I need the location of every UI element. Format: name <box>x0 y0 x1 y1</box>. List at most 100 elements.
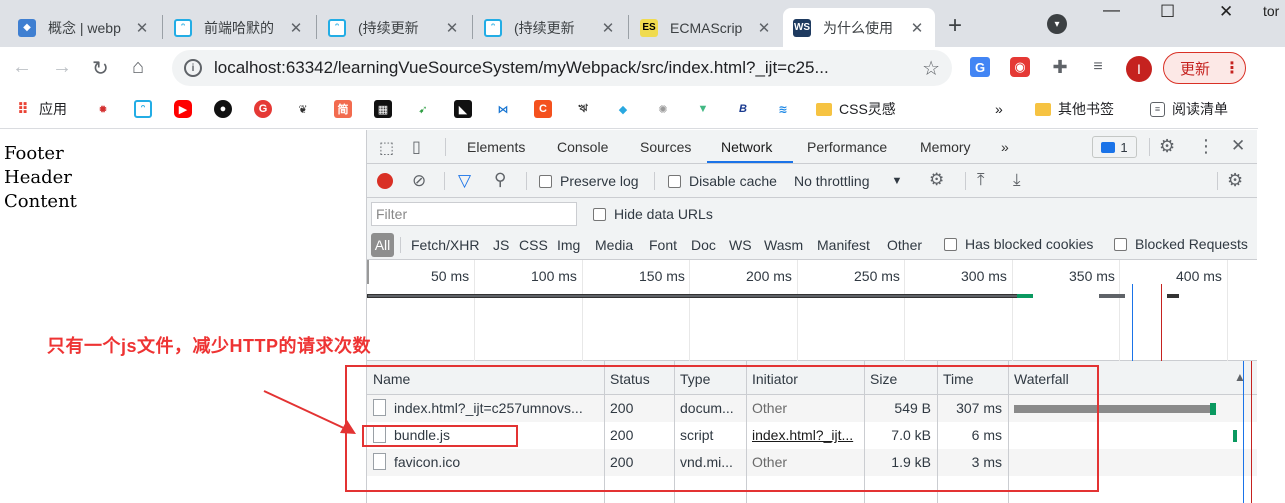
filter-type-js[interactable]: JS <box>493 237 509 253</box>
filter-funnel-icon[interactable]: ▽ <box>458 171 471 191</box>
close-icon[interactable]: ✕ <box>600 19 616 37</box>
blocked-requests-checkbox[interactable]: Blocked Requests <box>1114 236 1248 252</box>
device-toolbar-icon[interactable]: ▯ <box>412 137 421 157</box>
table-row[interactable]: bundle.js 200 script index.html?_ijt... … <box>367 422 1257 449</box>
media-icon[interactable]: ≡ <box>1088 57 1108 77</box>
maximize-icon[interactable]: ☐ <box>1160 2 1175 22</box>
bookmark-item[interactable]: ≋ <box>774 99 792 119</box>
bookmark-item[interactable]: ঋ <box>574 99 592 119</box>
tab-elements[interactable]: Elements <box>467 139 525 155</box>
forward-icon[interactable]: → <box>52 56 72 79</box>
filter-type-doc[interactable]: Doc <box>691 237 716 253</box>
bookmark-item[interactable]: B <box>734 99 752 119</box>
browser-tab-active[interactable]: WS 为什么使用 ✕ <box>783 8 935 47</box>
column-header-status[interactable]: Status <box>604 361 674 395</box>
column-header-type[interactable]: Type <box>674 361 746 395</box>
bookmark-item[interactable]: G <box>254 99 272 119</box>
inspect-icon[interactable]: ⬚ <box>379 138 394 158</box>
bookmark-item[interactable]: ▶ <box>174 99 192 119</box>
filter-type-ws[interactable]: WS <box>729 237 752 253</box>
column-header-time[interactable]: Time <box>937 361 1008 395</box>
request-name[interactable]: bundle.js <box>367 422 604 449</box>
network-settings-icon[interactable]: ⚙ <box>1227 170 1243 191</box>
tab-memory[interactable]: Memory <box>920 139 971 155</box>
reading-list[interactable]: ≡ 阅读清单 <box>1150 99 1228 119</box>
column-header-size[interactable]: Size <box>864 361 937 395</box>
bookmark-item[interactable]: ◣ <box>454 99 472 119</box>
bookmark-item[interactable]: ◆ <box>614 99 632 119</box>
bookmark-folder[interactable]: CSS灵感 <box>816 99 896 119</box>
table-row[interactable]: index.html?_ijt=c257umnovs... 200 docum.… <box>367 395 1257 422</box>
tab-search-icon[interactable]: ▾ <box>1047 14 1067 34</box>
bookmark-apps[interactable]: ⠿ 应用 <box>14 99 67 119</box>
close-devtools-icon[interactable]: ✕ <box>1231 136 1245 156</box>
bookmark-item[interactable]: ▼ <box>694 99 712 119</box>
close-icon[interactable]: ✕ <box>444 19 460 37</box>
bookmark-item[interactable]: ▦ <box>374 99 392 119</box>
bookmark-item[interactable]: ✹ <box>94 99 112 119</box>
throttling-select[interactable]: No throttling ▼ <box>794 173 902 189</box>
bookmark-item[interactable]: ● <box>214 99 232 119</box>
filter-type-font[interactable]: Font <box>649 237 677 253</box>
home-icon[interactable]: ⌂ <box>132 56 144 79</box>
export-har-icon[interactable]: ⤓ <box>1013 170 1021 190</box>
browser-tab[interactable]: ᵔ (持续更新 ✕ <box>474 8 626 47</box>
address-bar[interactable]: i localhost:63342/learningVueSourceSyste… <box>172 50 952 86</box>
filter-type-other[interactable]: Other <box>887 237 922 253</box>
bookmark-item[interactable]: C <box>534 99 552 119</box>
info-icon[interactable]: i <box>184 59 202 77</box>
network-conditions-icon[interactable]: ⚙ <box>929 170 944 190</box>
more-options-icon[interactable]: ⋮ <box>1197 136 1215 157</box>
request-name[interactable]: favicon.ico <box>367 449 604 476</box>
search-icon[interactable]: ⚲ <box>494 170 506 190</box>
issues-badge[interactable]: 1 <box>1092 136 1137 158</box>
column-header-initiator[interactable]: Initiator <box>746 361 864 395</box>
close-icon[interactable]: ✕ <box>288 19 304 37</box>
close-icon[interactable]: ✕ <box>756 19 772 37</box>
browser-tab[interactable]: ᵔ 前端哈默的 ✕ <box>164 8 314 47</box>
browser-tab[interactable]: ES ECMAScrip ✕ <box>630 8 782 47</box>
close-window-icon[interactable]: ✕ <box>1219 2 1233 22</box>
filter-type-all[interactable]: All <box>371 233 394 257</box>
filter-type-wasm[interactable]: Wasm <box>764 237 803 253</box>
preserve-log-checkbox[interactable]: Preserve log <box>539 173 639 189</box>
tab-sources[interactable]: Sources <box>640 139 691 155</box>
bookmark-item[interactable]: ➹ <box>414 99 432 119</box>
bookmarks-more-button[interactable]: » <box>995 99 1003 119</box>
filter-input[interactable]: Filter <box>371 202 577 226</box>
filter-type-media[interactable]: Media <box>595 237 633 253</box>
record-icon[interactable] <box>377 173 393 189</box>
browser-tab[interactable]: ᵔ (持续更新 ✕ <box>318 8 470 47</box>
close-icon[interactable]: ✕ <box>909 19 925 37</box>
more-tabs-button[interactable]: » <box>1001 139 1009 155</box>
minimize-icon[interactable]: — <box>1103 0 1120 20</box>
clear-icon[interactable]: ⊘ <box>412 171 426 191</box>
table-row[interactable]: favicon.ico 200 vnd.mi... Other 1.9 kB 3… <box>367 449 1257 476</box>
bookmark-star-icon[interactable]: ☆ <box>922 56 940 81</box>
tab-performance[interactable]: Performance <box>807 139 887 155</box>
close-icon[interactable]: ✕ <box>134 19 150 37</box>
bookmark-item[interactable]: ᵔ <box>134 99 152 119</box>
network-overview[interactable]: 50 ms 100 ms 150 ms 200 ms 250 ms 300 ms… <box>367 260 1257 361</box>
avatar[interactable]: I <box>1126 56 1152 82</box>
other-bookmarks[interactable]: 其他书签 <box>1035 99 1114 119</box>
extension-icon[interactable]: ◉ <box>1010 57 1030 77</box>
hide-data-urls-checkbox[interactable]: Hide data URLs <box>593 206 713 222</box>
back-icon[interactable]: ← <box>12 56 32 79</box>
browser-tab[interactable]: ◆ 概念 | webp ✕ <box>8 8 160 47</box>
update-button[interactable]: 更新 ⋮ <box>1163 52 1246 84</box>
bookmark-item[interactable]: ✺ <box>654 99 672 119</box>
filter-type-css[interactable]: CSS <box>519 237 548 253</box>
filter-type-img[interactable]: Img <box>557 237 580 253</box>
filter-type-xhr[interactable]: Fetch/XHR <box>411 237 479 253</box>
url-text[interactable]: localhost:63342/learningVueSourceSystem/… <box>214 58 829 78</box>
import-har-icon[interactable]: ⤒ <box>977 170 985 190</box>
filter-type-manifest[interactable]: Manifest <box>817 237 870 253</box>
bookmark-item[interactable]: ❦ <box>294 99 312 119</box>
has-blocked-cookies-checkbox[interactable]: Has blocked cookies <box>944 236 1093 252</box>
tab-network[interactable]: Network <box>721 139 772 155</box>
new-tab-button[interactable]: + <box>948 12 962 40</box>
reload-icon[interactable]: ↻ <box>92 56 109 81</box>
bookmark-item[interactable]: ⋈ <box>494 99 512 119</box>
column-header-waterfall[interactable]: Waterfall ▲ <box>1008 361 1257 395</box>
